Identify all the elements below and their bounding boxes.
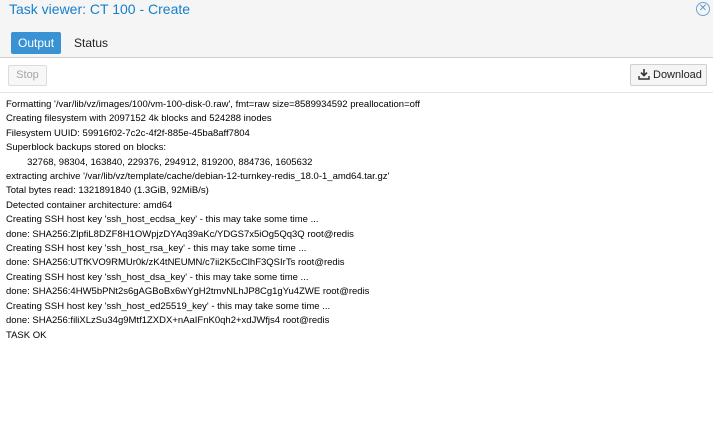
log-line: done: SHA256:ZlpfiL8DZF8H1OWpjzDYAq39aKc…: [6, 228, 354, 240]
log-line: done: SHA256:UTfKVO9RMUr0k/zK4tNEUMN/c7i…: [6, 257, 345, 269]
log-line: Filesystem UUID: 59916f02-7c2c-4f2f-885e…: [6, 127, 250, 139]
toolbar: Stop Download: [0, 58, 713, 93]
log-line: done: SHA256:filiXLzSu34g9Mtf1ZXDX+nAaIF…: [6, 315, 330, 327]
window-title: Task viewer: CT 100 - Create: [9, 1, 191, 17]
log-line: Total bytes read: 1321891840 (1.3GiB, 92…: [6, 185, 209, 197]
download-button[interactable]: Download: [630, 64, 707, 86]
window-titlebar: Task viewer: CT 100 - Create ✕: [0, 0, 713, 22]
log-line: Superblock backups stored on blocks:: [6, 142, 167, 154]
task-viewer-window: Task viewer: CT 100 - Create ✕ Output St…: [0, 0, 713, 439]
log-line: extracting archive '/var/lib/vz/template…: [6, 171, 390, 183]
download-icon: [638, 69, 650, 80]
tab-bar: Output Status: [0, 22, 713, 58]
log-line: Formatting '/var/lib/vz/images/100/vm-10…: [6, 99, 421, 110]
log-line: done: SHA256:4HW5bPNt2s6gAGBoBx6wYgH2tmv…: [6, 286, 370, 298]
task-output-log[interactable]: Formatting '/var/lib/vz/images/100/vm-10…: [0, 93, 713, 439]
log-line: Creating SSH host key 'ssh_host_dsa_key'…: [6, 271, 309, 283]
tab-status[interactable]: Status: [67, 32, 115, 54]
log-line: Creating filesystem with 2097152 4k bloc…: [6, 113, 272, 125]
close-icon[interactable]: ✕: [696, 2, 710, 16]
log-line: 32768, 98304, 163840, 229376, 294912, 81…: [6, 156, 313, 168]
log-line: TASK OK: [6, 329, 47, 341]
log-line: Detected container architecture: amd64: [6, 199, 173, 211]
log-line: Creating SSH host key 'ssh_host_ecdsa_ke…: [6, 214, 319, 226]
log-line: Creating SSH host key 'ssh_host_rsa_key'…: [6, 243, 307, 255]
stop-button[interactable]: Stop: [8, 65, 47, 86]
tab-output[interactable]: Output: [11, 32, 62, 54]
log-line: Creating SSH host key 'ssh_host_ed25519_…: [6, 300, 331, 312]
download-button-label: Download: [653, 69, 702, 81]
